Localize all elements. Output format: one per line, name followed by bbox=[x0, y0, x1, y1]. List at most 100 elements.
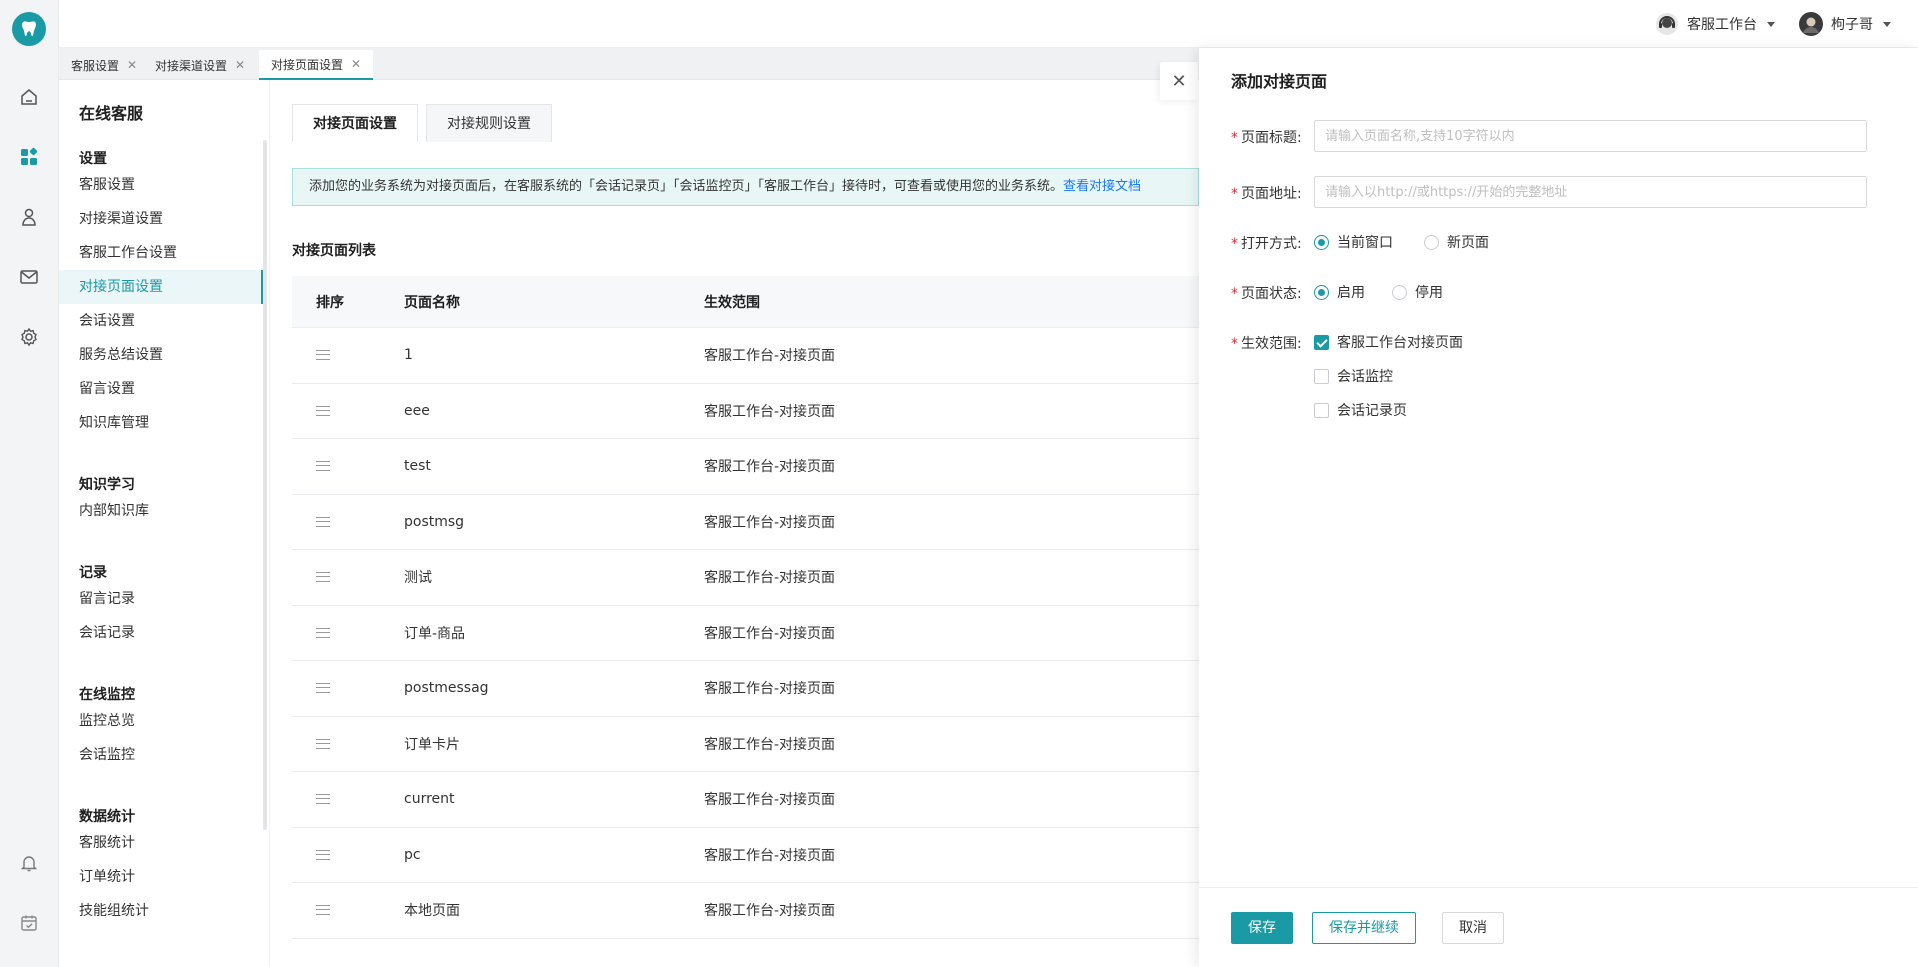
option-label: 当前窗口 bbox=[1337, 235, 1393, 251]
required-mark: * bbox=[1231, 236, 1238, 252]
drag-handle-icon[interactable] bbox=[316, 683, 330, 694]
open-mode-new-page[interactable]: 新页面 bbox=[1424, 232, 1489, 252]
content-tabs: 对接页面设置 对接规则设置 bbox=[292, 104, 560, 142]
sidebar-item-kefu-stats[interactable]: 客服统计 bbox=[59, 826, 264, 860]
add-page-drawer: 添加对接页面 *页面标题: *页面地址: *打开方式: 当前窗口 新页面 *页面… bbox=[1199, 48, 1918, 967]
page-tab-label: 客服设置 bbox=[71, 58, 120, 73]
drag-handle-icon[interactable] bbox=[316, 849, 330, 860]
cancel-button[interactable]: 取消 bbox=[1442, 912, 1504, 944]
apps-icon[interactable] bbox=[17, 145, 41, 169]
option-label: 停用 bbox=[1415, 285, 1443, 301]
open-mode-label: * 打开方式: bbox=[1231, 233, 1302, 253]
close-icon[interactable]: ✕ bbox=[351, 57, 361, 71]
option-label: 新页面 bbox=[1447, 235, 1489, 251]
sidebar-group-statistics: 数据统计 bbox=[79, 809, 135, 825]
bell-icon[interactable] bbox=[17, 851, 41, 875]
sidebar-item-kefu-settings[interactable]: 客服设置 bbox=[59, 168, 264, 202]
sidebar-item-order-stats[interactable]: 订单统计 bbox=[59, 860, 264, 894]
option-label: 会话监控 bbox=[1337, 369, 1393, 385]
tab-page-settings[interactable]: 对接页面设置 bbox=[292, 104, 418, 142]
page-tab-label: 对接渠道设置 bbox=[155, 58, 228, 73]
save-and-continue-button[interactable]: 保存并继续 bbox=[1312, 912, 1416, 944]
customer-icon[interactable] bbox=[17, 205, 41, 229]
drag-handle-icon[interactable] bbox=[316, 405, 330, 416]
checkbox-checked-icon bbox=[1314, 334, 1329, 350]
status-enabled[interactable]: 启用 bbox=[1314, 282, 1365, 302]
sidebar-item-session-records[interactable]: 会话记录 bbox=[59, 616, 264, 650]
drag-handle-icon[interactable] bbox=[316, 905, 330, 916]
sidebar-item-channel-settings[interactable]: 对接渠道设置 bbox=[59, 202, 264, 236]
sidebar-item-internal-knowledge[interactable]: 内部知识库 bbox=[59, 494, 264, 528]
table-row: test 客服工作台-对接页面 bbox=[292, 439, 1199, 495]
required-mark: * bbox=[1231, 336, 1238, 352]
scope-label: * 生效范围: bbox=[1231, 333, 1302, 353]
drag-handle-icon[interactable] bbox=[316, 461, 330, 472]
page-title-label-text: 页面标题: bbox=[1241, 130, 1302, 146]
drawer-close-button[interactable]: ✕ bbox=[1160, 62, 1198, 100]
row-scope: 客服工作台-对接页面 bbox=[704, 847, 836, 864]
drag-handle-icon[interactable] bbox=[316, 572, 330, 583]
user-menu[interactable]: 枸子哥 bbox=[1799, 12, 1891, 36]
sidebar-item-workspace-settings[interactable]: 客服工作台设置 bbox=[59, 236, 264, 270]
row-name: pc bbox=[404, 846, 421, 863]
drag-handle-icon[interactable] bbox=[316, 627, 330, 638]
checkbox-icon bbox=[1314, 368, 1329, 384]
info-notice: 添加您的业务系统为对接页面后，在客服系统的「会话记录页」「会话监控页」「客服工作… bbox=[292, 168, 1199, 206]
page-url-input[interactable] bbox=[1314, 176, 1867, 208]
scope-session-records[interactable]: 会话记录页 bbox=[1314, 400, 1407, 420]
row-name: eee bbox=[404, 402, 430, 419]
row-scope: 客服工作台-对接页面 bbox=[704, 681, 836, 698]
scope-session-monitor[interactable]: 会话监控 bbox=[1314, 366, 1393, 386]
sidebar-item-summary-settings[interactable]: 服务总结设置 bbox=[59, 338, 264, 372]
table-row: 订单卡片 客服工作台-对接页面 bbox=[292, 717, 1199, 772]
option-label: 客服工作台对接页面 bbox=[1337, 335, 1463, 351]
radio-selected-icon bbox=[1314, 284, 1329, 300]
save-button[interactable]: 保存 bbox=[1231, 912, 1293, 944]
workspace-switcher[interactable]: 客服工作台 bbox=[1655, 12, 1775, 36]
sidebar-item-knowledge-management[interactable]: 知识库管理 bbox=[59, 406, 264, 440]
table-row: pc 客服工作台-对接页面 bbox=[292, 828, 1199, 883]
page-title-label: * 页面标题: bbox=[1231, 127, 1302, 147]
drag-handle-icon[interactable] bbox=[316, 350, 330, 361]
settings-icon[interactable] bbox=[17, 325, 41, 349]
row-name: current bbox=[404, 791, 455, 808]
page-title-input[interactable] bbox=[1314, 120, 1867, 152]
page-tab-kefu-settings[interactable]: 客服设置 ✕ bbox=[59, 50, 149, 80]
icon-rail bbox=[0, 0, 59, 967]
page-url-label: * 页面地址: bbox=[1231, 183, 1302, 203]
table-row: eee 客服工作台-对接页面 bbox=[292, 384, 1199, 439]
sidebar-item-message-records[interactable]: 留言记录 bbox=[59, 582, 264, 616]
radio-icon bbox=[1424, 234, 1439, 250]
list-title: 对接页面列表 bbox=[292, 243, 376, 259]
calendar-icon[interactable] bbox=[17, 911, 41, 935]
row-name: 订单卡片 bbox=[404, 736, 460, 753]
scope-workspace-page[interactable]: 客服工作台对接页面 bbox=[1314, 332, 1463, 352]
sidebar-item-session-monitor[interactable]: 会话监控 bbox=[59, 738, 264, 772]
sidebar-item-page-settings[interactable]: 对接页面设置 bbox=[59, 270, 264, 304]
mail-icon[interactable] bbox=[17, 265, 41, 289]
page-tab-page-settings[interactable]: 对接页面设置 ✕ bbox=[259, 50, 374, 80]
row-scope: 客服工作台-对接页面 bbox=[704, 792, 836, 809]
drag-handle-icon[interactable] bbox=[316, 738, 330, 749]
tab-rule-settings[interactable]: 对接规则设置 bbox=[426, 104, 552, 142]
drag-handle-icon[interactable] bbox=[316, 794, 330, 805]
status-label: * 页面状态: bbox=[1231, 283, 1302, 303]
tooth-logo-icon[interactable] bbox=[12, 12, 46, 46]
open-mode-current-window[interactable]: 当前窗口 bbox=[1314, 232, 1393, 252]
status-disabled[interactable]: 停用 bbox=[1392, 282, 1443, 302]
sidebar-item-monitor-overview[interactable]: 监控总览 bbox=[59, 704, 264, 738]
sidebar-item-session-settings[interactable]: 会话设置 bbox=[59, 304, 264, 338]
drag-handle-icon[interactable] bbox=[316, 516, 330, 527]
home-icon[interactable] bbox=[17, 85, 41, 109]
sidebar-item-skill-group-stats[interactable]: 技能组统计 bbox=[59, 894, 264, 928]
close-icon[interactable]: ✕ bbox=[127, 58, 137, 72]
close-icon[interactable]: ✕ bbox=[235, 58, 245, 72]
page-tab-channel-settings[interactable]: 对接渠道设置 ✕ bbox=[143, 50, 257, 80]
row-scope: 客服工作台-对接页面 bbox=[704, 903, 836, 920]
docs-link[interactable]: 查看对接文档 bbox=[1063, 179, 1141, 194]
notice-text: 添加您的业务系统为对接页面后，在客服系统的「会话记录页」「会话监控页」「客服工作… bbox=[309, 179, 1064, 194]
table-row: postmsg 客服工作台-对接页面 bbox=[292, 495, 1199, 550]
sidebar-item-message-settings[interactable]: 留言设置 bbox=[59, 372, 264, 406]
sidebar-scrollbar[interactable] bbox=[263, 140, 267, 830]
required-mark: * bbox=[1231, 130, 1238, 146]
